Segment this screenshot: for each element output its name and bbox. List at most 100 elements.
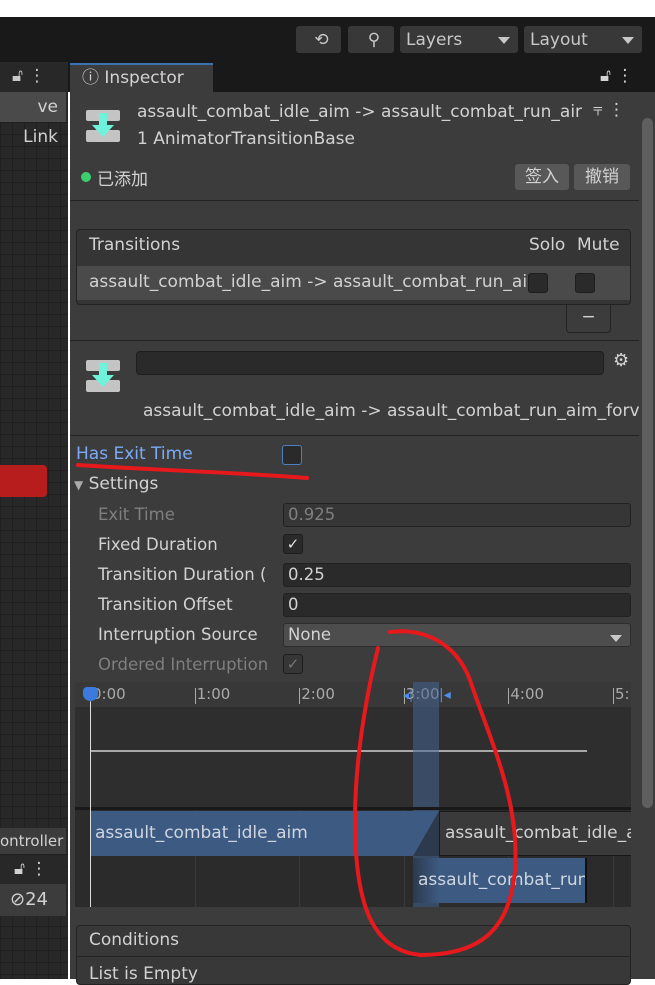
vc-status: 已添加 (97, 170, 148, 190)
solo-header: Solo (529, 235, 566, 255)
timeline-tick (508, 688, 510, 704)
source-clip-repeat: assault_combat_idle_a (439, 811, 631, 856)
destination-clip-label: assault_combat_run (418, 870, 587, 890)
scrollbar-thumb[interactable] (642, 118, 653, 808)
timeline-tick (194, 688, 196, 704)
more-icon[interactable]: ⋮ (28, 66, 45, 86)
transition-duration-field[interactable]: 0.25 (283, 563, 631, 587)
mute-header: Mute (577, 235, 620, 255)
settings-foldout[interactable]: ▼ Settings (74, 474, 158, 494)
settings-label: Settings (88, 474, 159, 494)
transition-item-label: assault_combat_idle_aim -> assault_comba… (89, 272, 528, 292)
triangle-down-icon: ▼ (74, 478, 84, 492)
search-button[interactable]: ⚲ (348, 26, 394, 53)
controller-label: ontroller (0, 828, 66, 854)
layout-label: Layout (530, 29, 588, 50)
interruption-source-label: Interruption Source (98, 625, 258, 644)
timeline-tick (299, 688, 301, 704)
playhead-marker-icon[interactable] (83, 687, 98, 701)
info-icon: ⓘ (82, 68, 99, 88)
timeline-tick-label: 5: (615, 685, 630, 703)
divider (75, 807, 631, 810)
remove-transition-button[interactable]: − (566, 304, 611, 333)
lock-icon[interactable]: 🔓︎ (14, 859, 25, 879)
transition-start-handle-icon[interactable]: ◂| (403, 688, 413, 702)
state-node[interactable] (0, 465, 47, 497)
fixed-duration-checkbox[interactable]: ✓ (283, 534, 303, 554)
lock-icon[interactable]: 🔓︎ (12, 66, 23, 86)
hidden-count[interactable]: ⊘24 (0, 884, 66, 916)
visibility-off-icon: ⊘ (10, 889, 26, 910)
timeline-ruler[interactable] (75, 682, 631, 707)
has-exit-time-checkbox[interactable] (282, 445, 302, 465)
live-link-label: ve Link (23, 97, 58, 147)
transitions-header: Transitions (89, 235, 181, 255)
transition-timeline[interactable]: 0:001:002:003:004:005: assault_combat_id… (75, 682, 631, 907)
transition-offset-field[interactable]: 0 (283, 593, 631, 617)
transitions-list: Transitions Solo Mute assault_combat_idl… (76, 229, 631, 305)
ordered-interruption-label: Ordered Interruption (98, 655, 269, 674)
header-title: assault_combat_idle_aim -> assault_comba… (137, 102, 582, 122)
more-icon[interactable]: ⋮ (30, 859, 47, 879)
interruption-source-dropdown[interactable]: None (283, 623, 631, 647)
scrollbar[interactable] (639, 92, 655, 979)
transition-offset-label: Transition Offset (98, 595, 233, 614)
timeline-tick-label: 4:00 (510, 685, 545, 703)
timeline-tick-label: 2:00 (301, 685, 335, 703)
conditions-list: Conditions List is Empty (76, 925, 631, 985)
source-clip-repeat-label: assault_combat_idle_a (445, 823, 631, 843)
exit-time-label: Exit Time (98, 505, 175, 524)
ordered-interruption-checkbox: ✓ (283, 654, 303, 674)
left-panel-tab-icons: 🔓︎ ⋮ (0, 62, 68, 92)
conditions-header: Conditions (89, 930, 179, 950)
interruption-source-value: None (288, 625, 332, 644)
timeline-tick-label: 1:00 (196, 685, 231, 703)
has-exit-time-label: Has Exit Time (76, 444, 193, 464)
parameter-curve (90, 750, 587, 752)
exit-time-field: 0.925 (283, 503, 631, 527)
timeline-tick (613, 688, 614, 704)
history-icon: ⟲ (314, 29, 329, 50)
solo-checkbox[interactable] (528, 273, 548, 293)
transition-end-handle-icon[interactable]: |◂ (439, 687, 451, 703)
tab-inspector-label: Inspector (104, 68, 184, 88)
transition-full-name: assault_combat_idle_aim -> assault_comba… (143, 401, 639, 421)
revert-button[interactable]: 撤销 (574, 164, 630, 190)
layers-label: Layers (406, 29, 463, 50)
divider (70, 340, 639, 341)
transition-name-input[interactable] (136, 351, 604, 375)
destination-clip[interactable]: assault_combat_run (413, 858, 587, 903)
header-icons: ⫧ ⋮ (593, 100, 625, 120)
search-icon: ⚲ (367, 29, 381, 50)
fixed-duration-label: Fixed Duration (98, 535, 218, 554)
divider (70, 200, 639, 201)
inspector-tab-icons: 🔓︎ ⋮ (600, 66, 633, 86)
history-button[interactable]: ⟲ (296, 26, 341, 53)
added-status-icon (81, 172, 91, 182)
lock-icon[interactable]: 🔓︎ (600, 66, 611, 86)
divider (77, 956, 630, 957)
conditions-empty-text: List is Empty (89, 964, 198, 984)
transition-icon (86, 360, 120, 392)
curve-area (75, 707, 631, 807)
gear-icon[interactable]: ⚙ (613, 350, 629, 371)
live-link-button[interactable]: ve Link (0, 92, 66, 147)
transition-list-item[interactable]: assault_combat_idle_aim -> assault_comba… (77, 266, 630, 300)
layers-dropdown[interactable]: Layers (400, 26, 518, 53)
more-icon[interactable]: ⋮ (608, 100, 625, 120)
layout-dropdown[interactable]: Layout (524, 26, 642, 53)
mute-checkbox[interactable] (575, 273, 595, 293)
source-clip-label: assault_combat_idle_aim (95, 823, 308, 843)
playhead-line (90, 702, 91, 907)
source-clip[interactable]: assault_combat_idle_aim (90, 811, 413, 856)
divider (70, 435, 639, 436)
checkin-button[interactable]: 签入 (515, 164, 569, 190)
transition-icon (86, 110, 120, 142)
transition-blend-source (413, 811, 439, 856)
tab-inspector[interactable]: ⓘ Inspector (70, 63, 213, 92)
left-panel-tab-icons-2: 🔓︎ ⋮ (0, 856, 66, 884)
preset-icon[interactable]: ⫧ (593, 100, 603, 120)
more-icon[interactable]: ⋮ (616, 66, 633, 86)
hidden-count-value: 24 (25, 889, 48, 910)
transition-duration-label: Transition Duration ( (98, 565, 267, 584)
